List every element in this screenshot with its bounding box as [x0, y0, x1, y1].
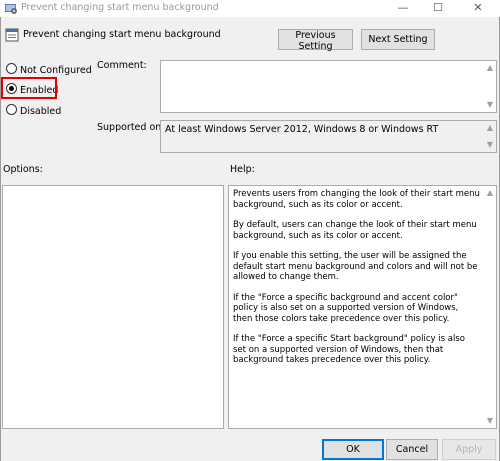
supported-on-value: At least Windows Server 2012, Windows 8 … [165, 124, 439, 135]
maximize-button[interactable]: ☐ [418, 0, 458, 17]
close-button[interactable]: ✕ [458, 0, 498, 17]
supported-on-label: Supported on: [97, 122, 165, 133]
title-bar: Prevent changing start menu background —… [0, 0, 500, 17]
comment-label: Comment: [97, 60, 147, 71]
help-paragraph: If you enable this setting, the user wil… [233, 251, 478, 282]
scroll-up-icon[interactable]: ▲ [487, 124, 493, 132]
scroll-down-icon[interactable]: ▼ [487, 141, 493, 149]
help-text: Prevents users from changing the look of… [229, 186, 496, 366]
help-paragraph: Prevents users from changing the look of… [233, 189, 480, 210]
help-label: Help: [230, 164, 255, 175]
policy-setting-icon [5, 28, 19, 42]
scroll-down-icon[interactable]: ▼ [487, 101, 493, 109]
radio-disabled[interactable]: Disabled [6, 104, 61, 118]
radio-not-configured-circle[interactable] [6, 63, 17, 74]
help-paragraph: If the "Force a specific background and … [233, 292, 459, 324]
comment-scrollbar[interactable]: ▲ ▼ [483, 61, 496, 112]
help-pane: Prevents users from changing the look of… [228, 185, 497, 429]
help-paragraph: By default, users can change the look of… [233, 220, 477, 241]
scroll-up-icon[interactable]: ▲ [487, 189, 493, 197]
comment-textarea[interactable]: ▲ ▼ [160, 60, 497, 113]
window-title: Prevent changing start menu background [21, 2, 219, 13]
supported-on-field: At least Windows Server 2012, Windows 8 … [160, 120, 497, 153]
options-pane [2, 185, 224, 429]
previous-setting-button[interactable]: Previous Setting [278, 29, 353, 52]
ok-button[interactable]: OK [322, 439, 384, 460]
apply-button[interactable]: Apply [442, 439, 496, 460]
cancel-button[interactable]: Cancel [386, 439, 438, 460]
supported-scrollbar[interactable]: ▲ ▼ [483, 121, 496, 152]
help-scrollbar[interactable]: ▲ ▼ [483, 186, 496, 428]
scroll-up-icon[interactable]: ▲ [487, 64, 493, 72]
minimize-button[interactable]: — [383, 0, 423, 17]
group-policy-icon [5, 4, 17, 14]
scroll-down-icon[interactable]: ▼ [487, 417, 493, 425]
radio-not-configured-label: Not Configured [20, 65, 92, 76]
enabled-highlight-box [1, 77, 57, 99]
next-setting-button[interactable]: Next Setting [361, 29, 435, 50]
radio-disabled-label: Disabled [20, 106, 62, 117]
radio-disabled-circle[interactable] [6, 104, 17, 115]
options-label: Options: [3, 164, 43, 175]
radio-not-configured[interactable]: Not Configured [6, 63, 92, 77]
setting-title: Prevent changing start menu background [23, 29, 221, 40]
help-paragraph: If the "Force a specific Start backgroun… [233, 334, 465, 365]
